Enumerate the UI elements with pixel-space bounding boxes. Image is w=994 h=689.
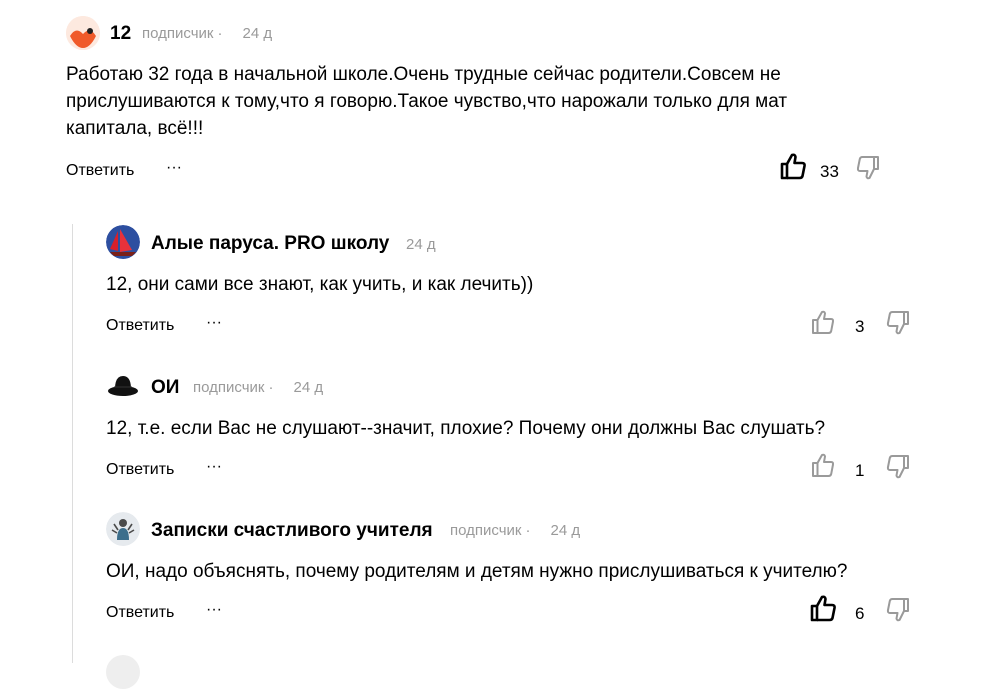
comment-meta: подписчик · 24 д (450, 522, 581, 539)
thumbs-up-icon[interactable] (780, 152, 806, 180)
reply-button[interactable]: Ответить (106, 604, 174, 622)
more-dots-icon[interactable]: ··· (166, 159, 182, 177)
avatar[interactable] (106, 512, 140, 546)
comment-meta: подписчик · 24 д (193, 379, 324, 396)
thumbs-up-icon[interactable] (810, 594, 836, 622)
comment-text: Работаю 32 года в начальной школе.Очень … (66, 64, 788, 139)
author-name[interactable]: 12 (110, 23, 131, 45)
more-dots-icon[interactable]: ··· (206, 601, 222, 619)
reply-thread-line (72, 224, 73, 663)
author-name[interactable]: ОИ (151, 377, 179, 399)
comment-text: ОИ, надо объяснять, почему родителям и д… (106, 561, 848, 582)
more-dots-icon[interactable]: ··· (206, 458, 222, 476)
comment-time: 24 д (406, 236, 436, 253)
comment-text: 12, они сами все знают, как учить, и как… (106, 274, 534, 295)
thumbs-up-icon[interactable] (811, 309, 835, 335)
comment-time: 24 д (550, 522, 581, 539)
thumbs-up-icon[interactable] (811, 452, 835, 478)
subscriber-label: подписчик (142, 25, 214, 42)
like-count: 33 (820, 162, 839, 181)
comment-text: 12, т.е. если Вас не слушают--значит, пл… (106, 418, 826, 439)
thumbs-down-icon[interactable] (886, 454, 910, 480)
fox-avatar-icon (66, 16, 100, 50)
reply-button[interactable]: Ответить (106, 317, 174, 335)
avatar[interactable] (106, 655, 140, 689)
avatar[interactable] (66, 16, 100, 50)
teacher-avatar-icon (106, 512, 140, 546)
subscriber-label: подписчик (193, 379, 265, 396)
ship-sails-avatar-icon (106, 225, 140, 259)
subscriber-label: подписчик (450, 522, 522, 539)
reply-button[interactable]: Ответить (106, 461, 174, 479)
thumbs-down-icon[interactable] (886, 597, 910, 623)
avatar[interactable] (106, 225, 140, 259)
comment-time: 24 д (242, 25, 273, 42)
like-count: 3 (855, 317, 865, 336)
avatar[interactable] (106, 369, 140, 403)
author-name[interactable]: Записки счастливого учителя (151, 520, 433, 542)
comment-time: 24 д (293, 379, 324, 396)
like-count: 6 (855, 604, 865, 623)
comment-meta: подписчик · 24 д (142, 25, 273, 42)
bucket-hat-avatar-icon (106, 369, 140, 403)
like-count: 1 (855, 461, 865, 480)
author-name[interactable]: Алые паруса. PRO школу (151, 233, 389, 255)
thumbs-down-icon[interactable] (886, 310, 910, 336)
reply-button[interactable]: Ответить (66, 162, 134, 180)
thumbs-down-icon[interactable] (856, 155, 880, 181)
more-dots-icon[interactable]: ··· (206, 314, 222, 332)
